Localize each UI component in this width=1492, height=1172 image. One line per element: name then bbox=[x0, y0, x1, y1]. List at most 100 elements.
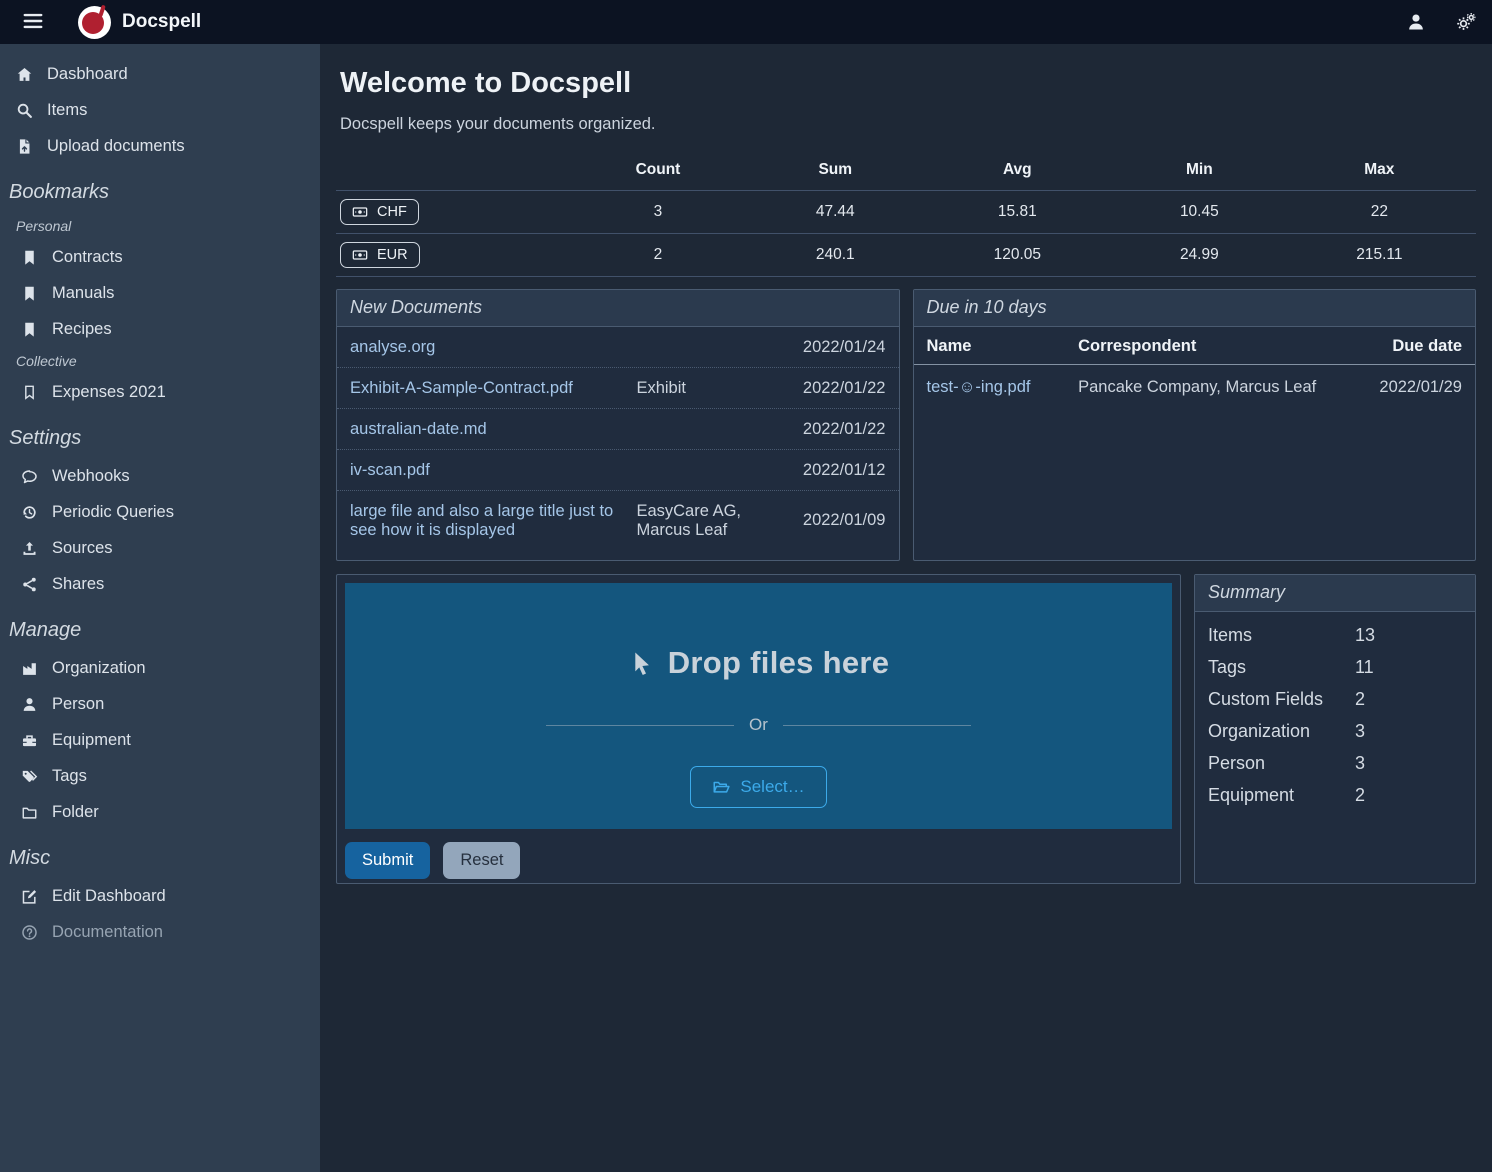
toolbox-icon bbox=[21, 732, 38, 749]
sidebar-item-edit-dashboard[interactable]: Edit Dashboard bbox=[0, 878, 320, 914]
sidebar-item-label: Edit Dashboard bbox=[52, 887, 166, 906]
sidebar-item-upload-documents[interactable]: Upload documents bbox=[0, 128, 320, 164]
document-link[interactable]: large file and also a large title just t… bbox=[350, 502, 628, 540]
sidebar-item-label: Folder bbox=[52, 803, 99, 822]
document-meta: Exhibit bbox=[636, 379, 794, 398]
sidebar-item-sources[interactable]: Sources bbox=[0, 530, 320, 566]
bookmarks-heading: Bookmarks bbox=[0, 164, 320, 212]
reset-button[interactable]: Reset bbox=[443, 842, 520, 879]
docspell-logo[interactable] bbox=[78, 6, 111, 39]
summary-label: Items bbox=[1208, 625, 1355, 646]
bookmarks-personal-label: Personal bbox=[0, 212, 320, 239]
sidebar-item-expenses-2021[interactable]: Expenses 2021 bbox=[0, 374, 320, 410]
sidebar-item-label: Organization bbox=[52, 659, 146, 678]
user-icon[interactable] bbox=[1406, 12, 1426, 32]
document-link[interactable]: iv-scan.pdf bbox=[350, 461, 628, 480]
stat-count: 2 bbox=[564, 234, 752, 277]
bookmark-icon bbox=[21, 249, 38, 266]
sidebar-item-recipes[interactable]: Recipes bbox=[0, 311, 320, 347]
sidebar-item-contracts[interactable]: Contracts bbox=[0, 239, 320, 275]
bookmark-outline-icon bbox=[21, 384, 38, 401]
industry-icon bbox=[21, 660, 38, 677]
or-label: Or bbox=[749, 715, 768, 735]
sidebar-item-tags[interactable]: Tags bbox=[0, 758, 320, 794]
sidebar-item-dashboard[interactable]: Dasbhoard bbox=[0, 56, 320, 92]
person-icon bbox=[21, 696, 38, 713]
document-date: 2022/01/09 bbox=[803, 511, 886, 530]
sidebar-item-label: Equipment bbox=[52, 731, 131, 750]
topbar: Docspell bbox=[0, 0, 1492, 44]
sidebar-item-label: Items bbox=[47, 101, 87, 120]
upload-panel: Drop files here Or Select… Submit Reset bbox=[336, 574, 1181, 884]
hamburger-icon[interactable] bbox=[22, 10, 46, 34]
stats-header-sum: Sum bbox=[752, 157, 919, 191]
bookmark-icon bbox=[21, 321, 38, 338]
document-link[interactable]: australian-date.md bbox=[350, 420, 628, 439]
summary-title: Summary bbox=[1195, 575, 1475, 612]
document-link[interactable]: Exhibit-A-Sample-Contract.pdf bbox=[350, 379, 628, 398]
sidebar-item-webhooks[interactable]: Webhooks bbox=[0, 458, 320, 494]
folder-open-icon bbox=[712, 778, 730, 796]
summary-label: Tags bbox=[1208, 657, 1355, 678]
summary-label: Person bbox=[1208, 753, 1355, 774]
dropzone[interactable]: Drop files here Or Select… bbox=[345, 583, 1172, 829]
due-document-link[interactable]: test-☺-ing.pdf bbox=[914, 365, 1066, 411]
stats-header-empty bbox=[336, 157, 564, 191]
sidebar-item-shares[interactable]: Shares bbox=[0, 566, 320, 602]
stats-row-eur: EUR 2 240.1 120.05 24.99 215.11 bbox=[336, 234, 1476, 277]
select-files-label: Select… bbox=[740, 777, 804, 797]
stat-sum: 47.44 bbox=[752, 191, 919, 234]
document-row: Exhibit-A-Sample-Contract.pdf Exhibit 20… bbox=[337, 368, 899, 409]
cogs-icon[interactable] bbox=[1456, 12, 1476, 32]
currency-label: EUR bbox=[377, 247, 408, 263]
summary-row: Items 13 bbox=[1195, 619, 1475, 651]
sidebar-item-equipment[interactable]: Equipment bbox=[0, 722, 320, 758]
divider-line bbox=[546, 725, 734, 726]
home-icon bbox=[16, 66, 33, 83]
sidebar-item-person[interactable]: Person bbox=[0, 686, 320, 722]
stats-header-min: Min bbox=[1116, 157, 1283, 191]
due-table: Name Correspondent Due date test-☺-ing.p… bbox=[914, 327, 1476, 410]
stats-table: Count Sum Avg Min Max CHF 3 47. bbox=[336, 157, 1476, 277]
summary-label: Equipment bbox=[1208, 785, 1355, 806]
manage-heading: Manage bbox=[0, 602, 320, 650]
sidebar-item-organization[interactable]: Organization bbox=[0, 650, 320, 686]
sidebar-item-label: Webhooks bbox=[52, 467, 130, 486]
submit-button[interactable]: Submit bbox=[345, 842, 430, 879]
sidebar-item-label: Recipes bbox=[52, 320, 112, 339]
sidebar-item-label: Dasbhoard bbox=[47, 65, 128, 84]
stats-header-row: Count Sum Avg Min Max bbox=[336, 157, 1476, 191]
sidebar-item-manuals[interactable]: Manuals bbox=[0, 275, 320, 311]
document-meta: EasyCare AG, Marcus Leaf bbox=[636, 502, 794, 540]
summary-value: 2 bbox=[1355, 689, 1365, 710]
summary-value: 3 bbox=[1355, 753, 1365, 774]
main-content: Welcome to Docspell Docspell keeps your … bbox=[320, 44, 1492, 1172]
sidebar-item-folder[interactable]: Folder bbox=[0, 794, 320, 830]
question-circle-icon bbox=[21, 924, 38, 941]
stat-avg: 120.05 bbox=[919, 234, 1116, 277]
currency-label: CHF bbox=[377, 204, 407, 220]
summary-row: Tags 11 bbox=[1195, 651, 1475, 683]
page-title: Welcome to Docspell bbox=[340, 67, 1476, 100]
settings-heading: Settings bbox=[0, 410, 320, 458]
summary-value: 13 bbox=[1355, 625, 1375, 646]
sidebar-item-label: Expenses 2021 bbox=[52, 383, 166, 402]
sidebar-item-label: Manuals bbox=[52, 284, 114, 303]
bookmarks-collective-label: Collective bbox=[0, 347, 320, 374]
sidebar: Dasbhoard Items Upload documents Bookmar… bbox=[0, 44, 320, 1172]
sidebar-item-periodic-queries[interactable]: Periodic Queries bbox=[0, 494, 320, 530]
document-row: australian-date.md 2022/01/22 bbox=[337, 409, 899, 450]
due-header-correspondent: Correspondent bbox=[1065, 327, 1340, 365]
summary-row: Organization 3 bbox=[1195, 715, 1475, 747]
stat-min: 10.45 bbox=[1116, 191, 1283, 234]
summary-value: 2 bbox=[1355, 785, 1365, 806]
sidebar-item-label: Shares bbox=[52, 575, 104, 594]
document-link[interactable]: analyse.org bbox=[350, 338, 628, 357]
currency-badge-chf[interactable]: CHF bbox=[340, 199, 419, 225]
summary-label: Organization bbox=[1208, 721, 1355, 742]
sidebar-item-items[interactable]: Items bbox=[0, 92, 320, 128]
select-files-button[interactable]: Select… bbox=[690, 766, 826, 808]
sidebar-item-documentation[interactable]: Documentation bbox=[0, 914, 320, 950]
currency-badge-eur[interactable]: EUR bbox=[340, 242, 420, 268]
document-row: iv-scan.pdf 2022/01/12 bbox=[337, 450, 899, 491]
